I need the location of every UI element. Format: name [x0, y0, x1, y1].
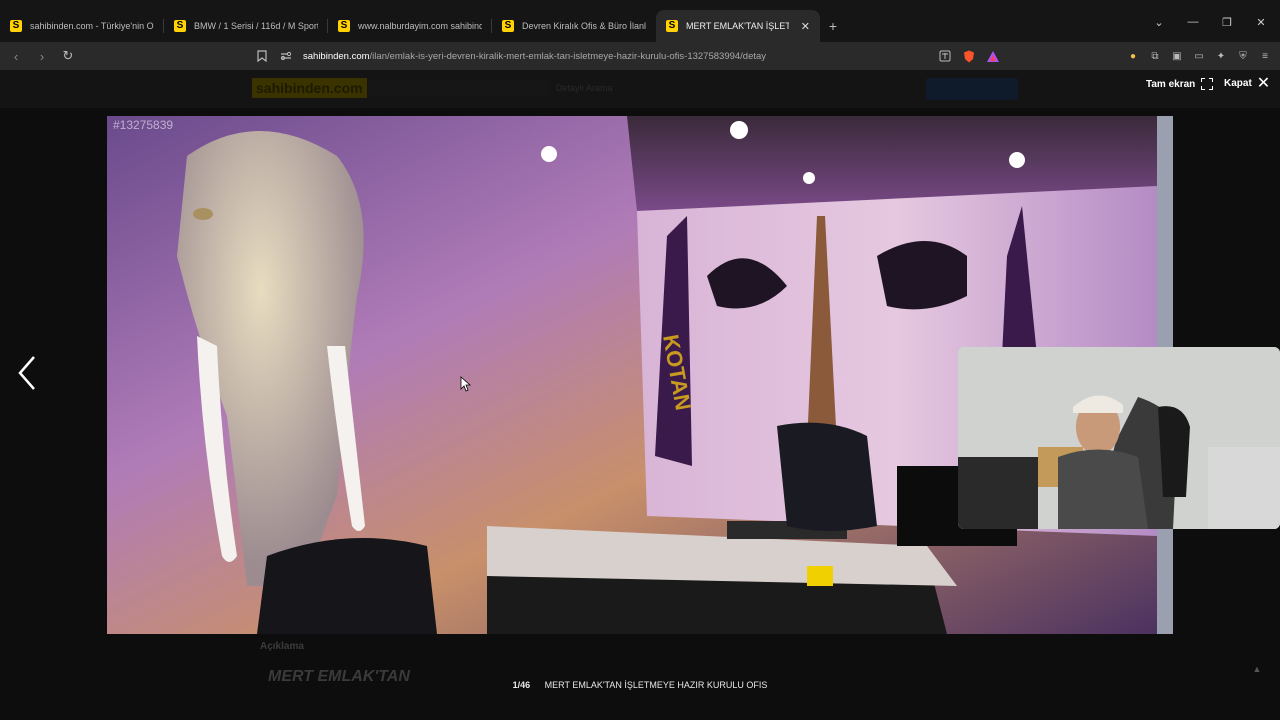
back-icon[interactable]: ‹ [6, 49, 26, 64]
mouse-cursor-icon [460, 376, 472, 392]
tab-bmw[interactable]: S BMW / 1 Serisi / 116d / M Sport / Be [164, 10, 328, 42]
leo-ai-icon[interactable]: ✦ [1214, 49, 1228, 63]
reload-icon[interactable]: ↻ [58, 48, 78, 64]
sidebar-icon[interactable]: ▣ [1170, 49, 1184, 63]
fullscreen-button[interactable]: Tam ekran [1146, 77, 1215, 91]
post-ad-button [926, 78, 1018, 100]
close-window-icon[interactable]: ✕ [1254, 16, 1268, 29]
restore-icon[interactable]: ❐ [1220, 16, 1234, 29]
flame-extension-icon[interactable]: ● [1126, 49, 1140, 63]
sahibinden-favicon: S [10, 20, 22, 32]
scroll-top-icon[interactable]: ▲ [1250, 664, 1264, 678]
background-site-header: sahibinden.com Detaylı Arama [0, 70, 1280, 108]
translate-icon[interactable] [938, 49, 952, 63]
webcam-overlay [958, 347, 1280, 529]
tab-sahibinden-home[interactable]: S sahibinden.com - Türkiye'nin Online [0, 10, 164, 42]
wallet-icon[interactable]: ▭ [1192, 49, 1206, 63]
photo-counter: 1/46 [512, 680, 531, 690]
description-heading: Açıklama [260, 641, 304, 652]
close-tab-icon[interactable]: ✕ [801, 20, 810, 33]
tab-title: BMW / 1 Serisi / 116d / M Sport / Be [194, 21, 318, 31]
fullscreen-icon [1200, 77, 1215, 91]
sahibinden-favicon: S [502, 20, 514, 32]
tab-nalburdayim[interactable]: S www.nalburdayim.com sahibinden.co [328, 10, 492, 42]
brave-shield-icon[interactable] [962, 49, 976, 63]
sahibinden-favicon: S [338, 20, 350, 32]
tab-title: sahibinden.com - Türkiye'nin Online [30, 21, 154, 31]
sahibinden-favicon: S [666, 20, 678, 32]
tab-devren-kiralik[interactable]: S Devren Kiralık Ofis & Büro İlanları [492, 10, 656, 42]
bookmark-icon[interactable] [255, 49, 269, 63]
address-bar[interactable]: sahibinden.com/ilan/emlak-is-yeri-devren… [255, 45, 1000, 67]
tab-title: www.nalburdayim.com sahibinden.co [358, 21, 482, 31]
forward-icon[interactable]: › [32, 49, 52, 64]
close-viewer-button[interactable]: Kapat ✕ [1224, 74, 1271, 92]
site-search-input [368, 80, 548, 96]
url-text[interactable]: sahibinden.com/ilan/emlak-is-yeri-devren… [303, 51, 928, 62]
tab-title: Devren Kiralık Ofis & Büro İlanları [522, 21, 646, 31]
photo-id: #13275839 [113, 118, 174, 132]
photo-caption: 1/46 MERT EMLAK'TAN İŞLETMEYE HAZIR KURU… [0, 680, 1280, 700]
photo-title: MERT EMLAK'TAN İŞLETMEYE HAZIR KURULU OF… [544, 680, 768, 690]
tab-search-icon[interactable]: ⌄ [1152, 16, 1166, 29]
browser-toolbar: ‹ › ↻ sahibinden.com/ilan/emlak-is-yeri-… [0, 42, 1280, 70]
detail-search-link: Detaylı Arama [556, 83, 613, 93]
close-label: Kapat [1224, 78, 1252, 89]
sahibinden-favicon: S [174, 20, 186, 32]
extension-icons: ● ⧉ ▣ ▭ ✦ ⛨ ≡ [1126, 49, 1272, 63]
vpn-shield-icon[interactable]: ⛨ [1236, 49, 1250, 63]
site-logo: sahibinden.com [252, 78, 367, 98]
window-controls: ⌄ — ❐ ✕ [1152, 16, 1280, 29]
close-icon: ✕ [1256, 74, 1271, 92]
page-content: sahibinden.com Detaylı Arama Tam ekran K… [0, 70, 1280, 720]
minimize-icon[interactable]: — [1186, 16, 1200, 29]
webcam-illustration [958, 347, 1280, 529]
site-info-icon[interactable] [279, 49, 293, 63]
fullscreen-label: Tam ekran [1146, 78, 1196, 90]
brave-rewards-icon[interactable] [986, 49, 1000, 63]
browser-tab-strip: S sahibinden.com - Türkiye'nin Online S … [0, 0, 1280, 42]
extensions-puzzle-icon[interactable]: ⧉ [1148, 49, 1162, 63]
tab-mert-emlak[interactable]: S MERT EMLAK'TAN İŞLETMEYE HA ✕ [656, 10, 820, 42]
menu-icon[interactable]: ≡ [1258, 49, 1272, 63]
previous-photo-icon[interactable] [14, 353, 40, 393]
new-tab-button[interactable]: + [820, 10, 846, 42]
tab-title: MERT EMLAK'TAN İŞLETMEYE HA [686, 21, 789, 31]
